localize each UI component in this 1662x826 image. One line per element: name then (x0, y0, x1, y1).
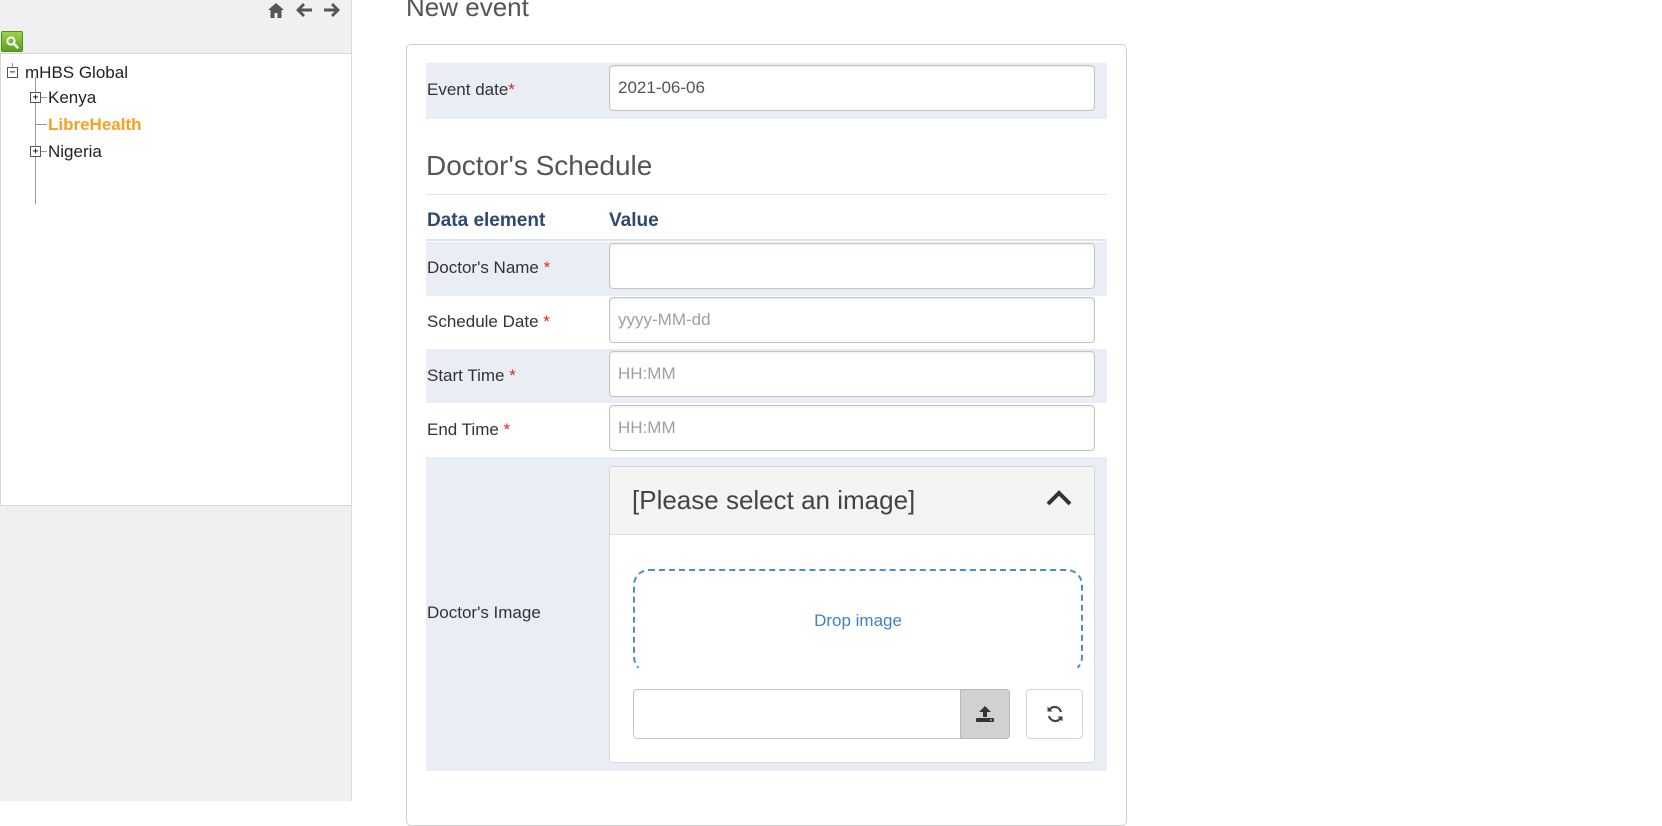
column-header-value: Value (609, 210, 659, 231)
schedule-date-input[interactable] (609, 297, 1095, 343)
tree-node-nigeria[interactable]: Nigeria (48, 142, 102, 162)
doctor-image-label: Doctor's Image (427, 603, 541, 622)
required-marker: * (543, 312, 550, 331)
tree-node-kenya[interactable]: Kenya (48, 88, 96, 108)
drop-image-text: Drop image (814, 611, 902, 630)
divider (426, 194, 1107, 195)
doctor-name-label: Doctor's Name * (427, 258, 551, 277)
tree-expand-toggle[interactable]: + (30, 92, 41, 103)
arrow-right-icon[interactable] (322, 0, 342, 20)
divider (426, 239, 1107, 241)
tree-node-mhbs-global[interactable]: mHBS Global (25, 63, 128, 83)
tree-connector (40, 151, 47, 152)
upload-icon (976, 706, 994, 722)
end-time-label: End Time * (427, 420, 511, 439)
image-drop-zone[interactable]: Drop image (633, 569, 1083, 673)
event-date-label: Event date* (427, 80, 515, 99)
page-title: New event (406, 0, 529, 22)
chevron-up-icon[interactable] (1046, 489, 1072, 512)
column-header-data-element: Data element (427, 210, 546, 231)
org-unit-sidebar: − mHBS Global + Kenya LibreHealth + Nige… (0, 0, 352, 801)
tree-expand-toggle[interactable]: + (30, 146, 41, 157)
home-icon[interactable] (266, 0, 286, 20)
required-marker: * (509, 366, 516, 385)
reset-button[interactable] (1026, 689, 1083, 739)
org-unit-tree: − mHBS Global + Kenya LibreHealth + Nige… (0, 53, 352, 506)
section-title: Doctor's Schedule (426, 150, 653, 181)
end-time-input[interactable] (609, 405, 1095, 451)
tree-node-librehealth[interactable]: LibreHealth (48, 115, 142, 135)
event-date-input[interactable] (609, 65, 1095, 111)
image-panel-header[interactable]: [Please select an image] (610, 467, 1094, 535)
image-file-input[interactable] (633, 689, 961, 739)
schedule-date-label: Schedule Date * (427, 312, 550, 331)
arrow-left-icon[interactable] (294, 0, 314, 20)
tree-connector (35, 124, 47, 125)
required-marker: * (503, 420, 511, 439)
search-icon[interactable] (1, 31, 23, 52)
image-upload-panel: [Please select an image] Drop image (609, 466, 1095, 763)
start-time-label: Start Time * (427, 366, 516, 385)
image-panel-title: [Please select an image] (632, 485, 916, 515)
tree-collapse-toggle[interactable]: − (7, 67, 18, 78)
refresh-icon (1047, 705, 1062, 723)
doctor-name-input[interactable] (609, 243, 1095, 289)
tree-connector (40, 97, 47, 98)
tree-nav-toolbar (266, 0, 342, 20)
required-marker: * (543, 258, 551, 277)
required-marker: * (508, 80, 515, 99)
upload-button[interactable] (960, 689, 1010, 739)
start-time-input[interactable] (609, 351, 1095, 397)
